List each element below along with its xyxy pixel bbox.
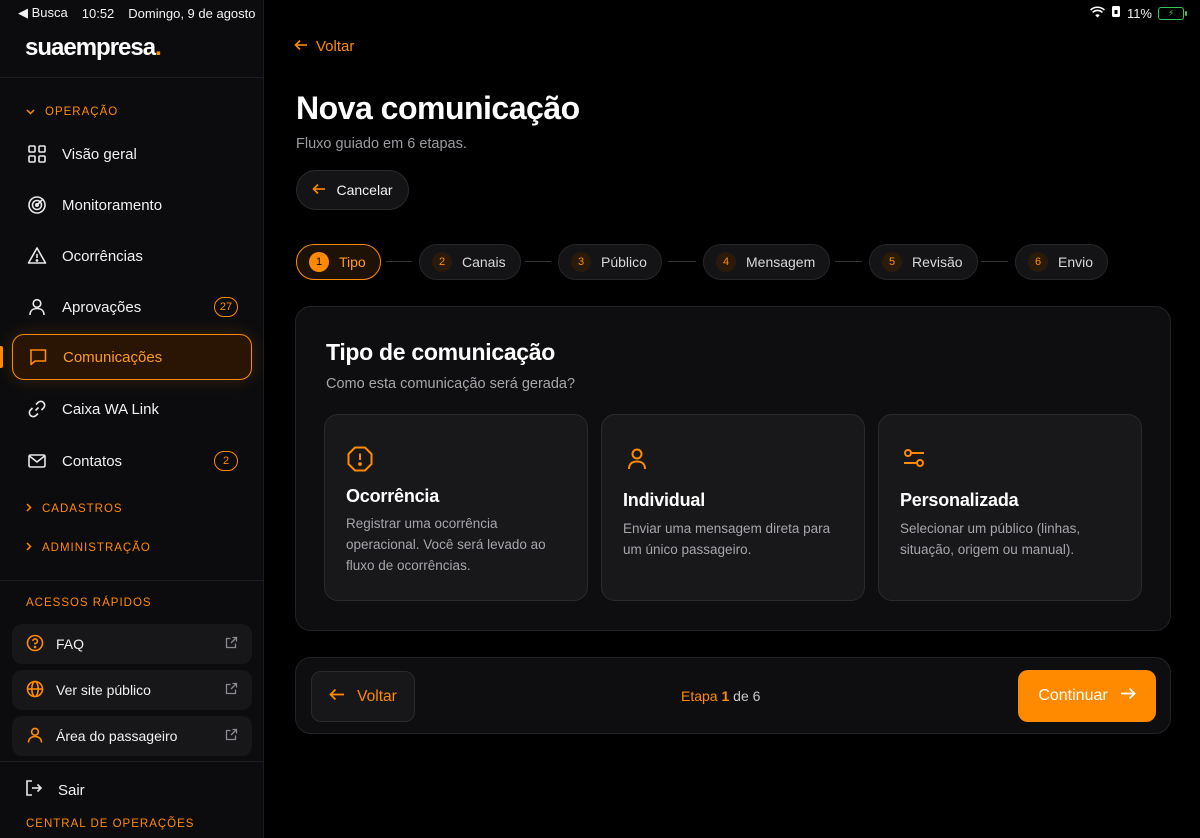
page-title: Nova comunicação [296,90,580,126]
back-link[interactable]: Voltar [294,38,354,55]
battery-percent: 11% [1126,5,1152,21]
user-icon [26,726,44,747]
step-connector [668,261,696,262]
user-icon [623,445,651,473]
section-administracao[interactable]: ADMINISTRAÇÃO [26,542,151,554]
sidebar-item-contatos[interactable]: Contatos 2 [12,438,252,484]
card-subtitle: Como esta comunicação será gerada? [326,376,576,392]
brand-logo[interactable]: suaempresa. [25,34,162,62]
chevron-down-icon [26,107,35,118]
help-circle-icon [26,634,44,655]
mail-icon [26,450,48,472]
alert-octagon-icon [346,445,374,473]
quick-access-heading: ACESSOS RÁPIDOS [26,597,152,609]
active-indicator [0,346,3,368]
count-badge: 27 [214,297,238,317]
step-publico[interactable]: 3 Público [558,244,662,280]
arrow-left-icon [312,182,326,198]
status-time: 10:52 [81,5,115,21]
communication-type-card: Tipo de comunicação Como esta comunicaçã… [295,306,1171,631]
step-tipo[interactable]: 1 Tipo [296,244,381,280]
sidebar-item-monitoramento[interactable]: Monitoramento [12,182,252,228]
option-ocorrencia[interactable]: Ocorrência Registrar uma ocorrência oper… [324,414,588,601]
option-personalizada[interactable]: Personalizada Selecionar um público (lin… [878,414,1142,601]
link-icon [26,398,48,420]
logout-button[interactable]: Sair [24,778,85,802]
cancel-button[interactable]: Cancelar [296,170,409,210]
user-icon [26,296,48,318]
sidebar-item-caixa-wa-link[interactable]: Caixa WA Link [12,386,252,432]
step-connector [835,261,862,262]
stepper: 1 Tipo 2 Canais 3 Público 4 Mensagem 5 R… [296,244,1109,280]
sidebar-divider [0,580,264,581]
wifi-icon [1089,5,1105,21]
status-bar: ◀ Busca 10:52 Domingo, 9 de agosto 11% ⚡ [0,0,1200,26]
footer-back-button[interactable]: Voltar [311,671,415,722]
arrow-left-icon [294,38,308,55]
section-operacao[interactable]: OPERAÇÃO [26,106,118,118]
sidebar-divider [0,761,264,762]
warning-triangle-icon [26,245,48,267]
step-mensagem[interactable]: 4 Mensagem [703,244,831,280]
step-connector [525,261,551,262]
sidebar-footer-label: CENTRAL DE OPERAÇÕES [26,818,195,830]
back-to-app-link[interactable]: ◀ Busca [18,5,68,21]
chevron-right-icon [26,503,32,515]
radar-icon [26,194,48,216]
sidebar-item-visao-geral[interactable]: Visão geral [12,131,252,177]
external-link-icon [225,636,238,652]
chevron-right-icon [26,542,32,554]
arrow-right-icon [1120,687,1136,705]
option-individual[interactable]: Individual Enviar uma mensagem direta pa… [601,414,865,601]
card-title: Tipo de comunicação [326,339,556,365]
step-connector [981,261,1008,262]
step-indicator: Etapa 1 de 6 [681,688,761,704]
logout-icon [24,778,44,802]
external-link-icon [225,682,238,698]
step-connector [386,261,412,262]
arrow-left-icon [329,688,345,706]
status-date: Domingo, 9 de agosto [128,5,256,21]
sidebar-item-comunicacoes[interactable]: Comunicações [12,334,252,380]
step-revisao[interactable]: 5 Revisão [869,244,978,280]
external-link-icon [225,728,238,744]
step-canais[interactable]: 2 Canais [419,244,521,280]
sidebar-item-ocorrencias[interactable]: Ocorrências [12,233,252,279]
sidebar: suaempresa. OPERAÇÃO Visão geral Monitor… [0,0,264,838]
quick-link-area-passageiro[interactable]: Área do passageiro [12,716,252,756]
sidebar-divider [0,77,264,78]
section-cadastros[interactable]: CADASTROS [26,503,123,515]
page-subtitle: Fluxo guiado em 6 etapas. [296,136,467,152]
quick-link-faq[interactable]: FAQ [12,624,252,664]
grid-icon [26,143,48,165]
quick-link-site-publico[interactable]: Ver site público [12,670,252,710]
battery-icon: ⚡ [1158,6,1187,20]
continue-button[interactable]: Continuar [1018,670,1156,722]
sliders-icon [900,445,928,473]
sidebar-item-aprovacoes[interactable]: Aprovações 27 [12,284,252,330]
step-envio[interactable]: 6 Envio [1015,244,1109,280]
lock-rotation-icon [1111,5,1121,21]
message-square-icon [27,346,49,368]
count-badge: 2 [214,451,238,471]
globe-icon [26,680,44,701]
wizard-footer: Voltar Etapa 1 de 6 Continuar [295,657,1171,734]
